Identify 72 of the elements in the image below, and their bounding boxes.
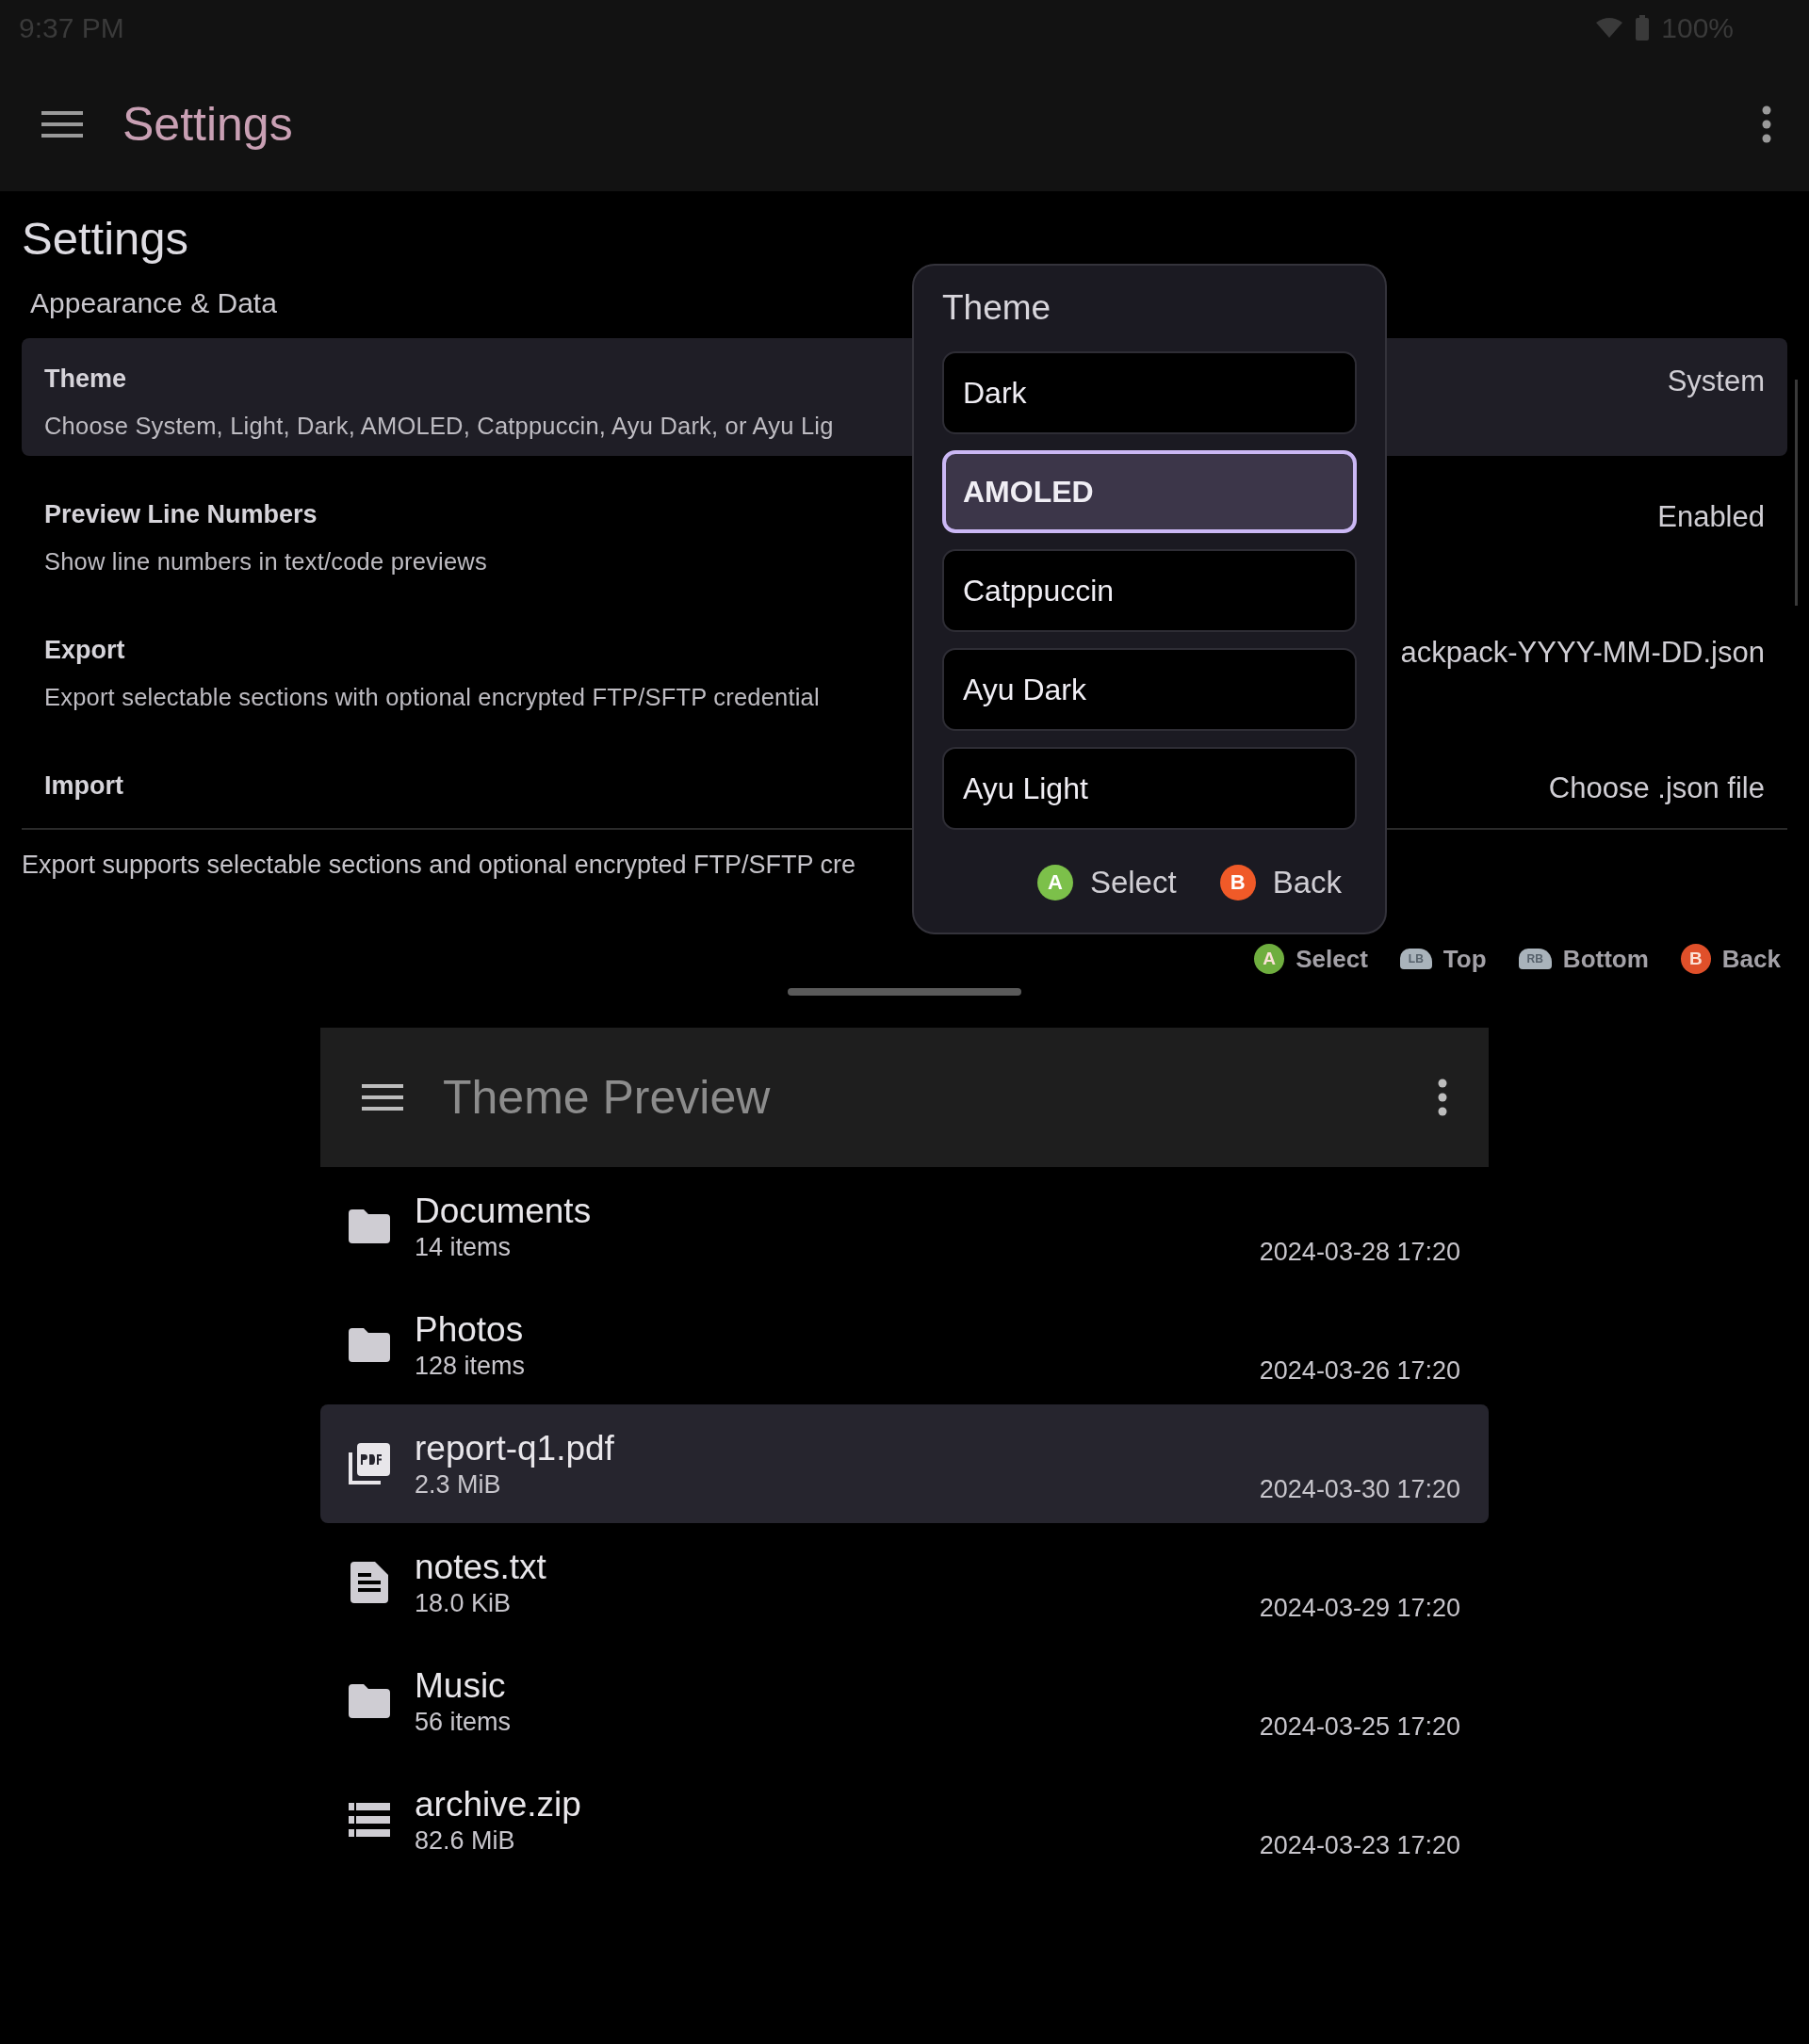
dialog-title: Theme <box>942 288 1052 328</box>
file-name: notes.txt <box>415 1547 547 1587</box>
more-options-icon[interactable] <box>1438 1079 1447 1116</box>
footnote-text: Export supports selectable sections and optional encrypted FTP/SFTP cre <box>21 850 856 880</box>
controller-key: B <box>1680 944 1711 974</box>
file-detail: 128 items <box>415 1351 527 1381</box>
setting-value: ackpack-YYYY-MM-DD.json <box>1400 636 1765 671</box>
action-label[interactable]: Back <box>1272 865 1342 900</box>
battery-icon <box>1635 15 1651 41</box>
file-name: Music <box>415 1665 507 1706</box>
preview-title: Theme Preview <box>443 1070 771 1125</box>
file-date: 2024-03-28 17:20 <box>1259 1238 1460 1267</box>
theme-option[interactable]: AMOLED <box>942 450 1357 533</box>
hint-label: Select <box>1296 944 1368 974</box>
document-icon <box>349 1562 390 1603</box>
hint-label: Top <box>1442 944 1487 974</box>
action-label[interactable]: Select <box>1089 865 1177 900</box>
file-date: 2024-03-26 17:20 <box>1259 1356 1460 1386</box>
setting-value: System <box>1667 365 1765 399</box>
file-date: 2024-03-25 17:20 <box>1259 1712 1460 1742</box>
hint-label: Back <box>1721 944 1781 974</box>
controller-key: A <box>1036 865 1073 900</box>
setting-description: Show line numbers in text/code previews <box>44 548 488 576</box>
file-name: archive.zip <box>415 1784 582 1825</box>
file-row[interactable]: archive.zip 82.6 MiB 2024-03-23 17:20 <box>320 1760 1489 1879</box>
setting-title: Export <box>44 636 126 665</box>
file-row[interactable]: notes.txt 18.0 KiB 2024-03-29 17:20 <box>320 1523 1489 1642</box>
archive-icon <box>349 1803 390 1837</box>
theme-option[interactable]: Ayu Light <box>942 747 1357 830</box>
setting-value: Enabled <box>1657 500 1765 535</box>
wifi-icon <box>1595 17 1624 40</box>
file-detail: 56 items <box>415 1707 513 1737</box>
theme-option[interactable]: Ayu Dark <box>942 648 1357 731</box>
file-name: report-q1.pdf <box>415 1428 615 1468</box>
folder-icon <box>349 1209 390 1243</box>
folder-icon <box>349 1328 390 1362</box>
setting-title: Preview Line Numbers <box>44 500 318 529</box>
scrollbar[interactable] <box>1795 380 1798 606</box>
file-date: 2024-03-29 17:20 <box>1259 1594 1460 1623</box>
pdf-icon <box>349 1443 390 1484</box>
file-detail: 2.3 MiB <box>415 1469 502 1500</box>
file-detail: 82.6 MiB <box>415 1825 516 1856</box>
setting-title: Theme <box>44 365 128 394</box>
shoulder-key: LB <box>1399 949 1432 969</box>
theme-option[interactable]: Dark <box>942 351 1357 434</box>
controller-key: B <box>1219 865 1256 900</box>
drag-handle[interactable] <box>788 988 1021 996</box>
file-row[interactable]: Photos 128 items 2024-03-26 17:20 <box>320 1286 1489 1404</box>
file-name: Documents <box>415 1191 593 1231</box>
file-row[interactable]: Music 56 items 2024-03-25 17:20 <box>320 1642 1489 1760</box>
theme-option[interactable]: Catppuccin <box>942 549 1357 632</box>
file-date: 2024-03-30 17:20 <box>1259 1475 1460 1504</box>
menu-icon[interactable] <box>362 1082 403 1112</box>
page-heading: Settings <box>21 212 190 265</box>
more-options-icon[interactable] <box>1762 105 1771 143</box>
setting-title: Import <box>44 771 124 801</box>
section-header: Appearance & Data <box>30 287 277 319</box>
hint-label: Bottom <box>1562 944 1649 974</box>
menu-icon[interactable] <box>41 108 83 139</box>
folder-icon <box>349 1684 390 1718</box>
setting-value: Choose .json file <box>1548 771 1765 806</box>
file-name: Photos <box>415 1309 525 1350</box>
file-detail: 14 items <box>415 1232 513 1262</box>
shoulder-key: RB <box>1518 949 1552 969</box>
file-row[interactable]: report-q1.pdf 2.3 MiB 2024-03-30 17:20 <box>320 1404 1489 1523</box>
setting-description: Export selectable sections with optional encrypted FTP/SFTP credential <box>44 684 821 711</box>
controller-key: A <box>1254 944 1285 974</box>
file-detail: 18.0 KiB <box>415 1588 513 1618</box>
file-date: 2024-03-23 17:20 <box>1259 1831 1460 1860</box>
file-row[interactable]: Documents 14 items 2024-03-28 17:20 <box>320 1167 1489 1286</box>
setting-description: Choose System, Light, Dark, AMOLED, Catppuccin, Ayu Dark, or Ayu Lig <box>44 413 835 440</box>
app-title: Settings <box>122 96 293 152</box>
